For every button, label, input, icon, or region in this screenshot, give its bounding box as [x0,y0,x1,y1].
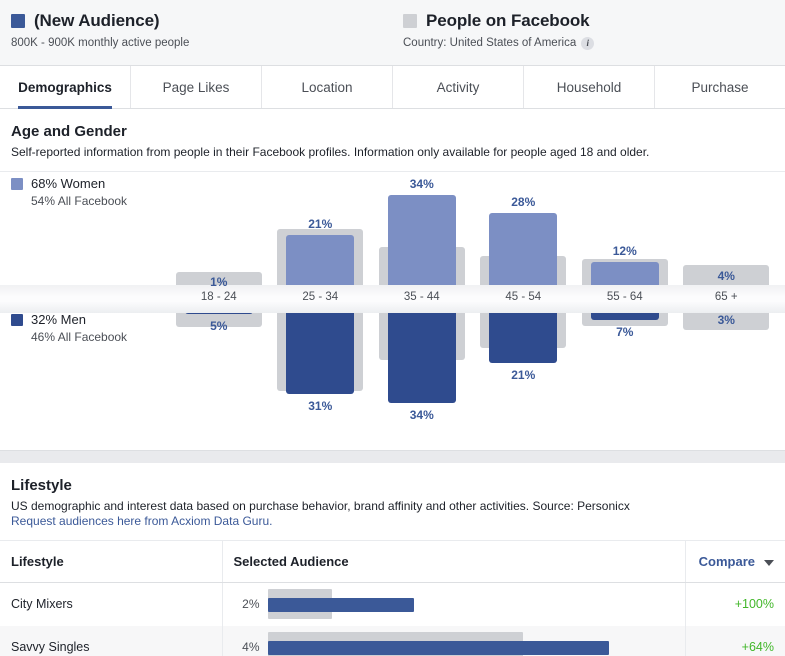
selected-mini-bar [267,641,609,655]
tab-label: Purchase [691,79,749,95]
tab-page-likes[interactable]: Page Likes [131,66,262,108]
age-group-65plus[interactable]: 4% 3% 65 + [676,172,778,450]
age-group-18-24[interactable]: 1% 5% 18 - 24 [168,172,270,450]
people-on-facebook-swatch [403,14,417,28]
legend-women-benchmark: 54% All Facebook [31,194,128,208]
lifestyle-title: Lifestyle [11,477,72,494]
selected-audience-bars [267,632,674,656]
legend-men-benchmark: 46% All Facebook [31,330,128,344]
column-header-compare[interactable]: Compare [685,541,785,583]
selected-audience-swatch [11,14,25,28]
caret-down-icon[interactable] [764,559,774,566]
women-value-label: 1% [210,275,228,289]
audience-header: (New Audience) 800K - 900K monthly activ… [0,0,785,66]
men-value-label: 5% [210,319,228,334]
tab-demographics[interactable]: Demographics [0,66,131,109]
age-group-35-44[interactable]: 34% 34% 35 - 44 [371,172,473,450]
tab-label: Page Likes [162,79,230,95]
men-bar[interactable] [286,299,355,394]
men-bar[interactable] [489,299,558,364]
women-value-label: 4% [717,268,735,283]
age-axis-label: 55 - 64 [606,291,643,303]
men-value-label: 7% [616,325,634,340]
lifestyle-description: US demographic and interest data based o… [11,499,630,513]
lifestyle-header: Lifestyle US demographic and interest da… [0,463,785,541]
selected-audience-bars [267,589,674,620]
column-header-compare-label: Compare [698,554,755,569]
men-bar[interactable] [387,299,456,403]
tab-location[interactable]: Location [262,66,393,108]
women-bar[interactable] [489,213,558,299]
men-value-label: 34% [409,407,434,422]
lifestyle-card: Lifestyle US demographic and interest da… [0,463,785,656]
women-value-label: 12% [612,244,637,259]
legend-men-swatch [11,314,23,326]
selected-audience-reach: 800K - 900K monthly active people [11,37,190,49]
insights-tabbar: Demographics Page Likes Location Activit… [0,66,785,109]
selected-audience-title: (New Audience) [34,11,160,30]
selected-audience-cell: 2% [222,582,686,626]
selected-audience-summary: (New Audience) 800K - 900K monthly activ… [0,11,400,50]
men-value-label: 3% [717,313,735,328]
selected-audience-pct: 4% [242,640,260,654]
age-and-gender-header: Age and Gender Self-reported information… [0,109,785,172]
section-gap [0,451,785,463]
age-and-gender-card: Age and Gender Self-reported information… [0,109,785,451]
legend-women-swatch [11,178,23,190]
table-row[interactable]: Savvy Singles 4% +64% [0,625,785,656]
age-axis-label: 35 - 44 [403,291,440,303]
age-group-55-64[interactable]: 12% 7% 55 - 64 [574,172,676,450]
legend-men: 32% Men 46% All Facebook [11,312,161,345]
men-value-label: 31% [308,398,333,413]
selected-audience-cell: 4% [222,625,686,656]
age-group-45-54[interactable]: 28% 21% 45 - 54 [473,172,575,450]
age-axis-label: 65 + [714,291,738,303]
age-axis-label: 18 - 24 [200,291,237,303]
tab-activity[interactable]: Activity [393,66,524,108]
selected-mini-bar [267,598,414,613]
age-axis-label: 25 - 34 [302,291,339,303]
tab-label: Location [301,79,353,95]
table-header-row: Lifestyle Selected Audience Compare [0,541,785,583]
tab-household[interactable]: Household [524,66,655,108]
table-row[interactable]: City Mixers 2% +100% [0,582,785,626]
age-and-gender-description: Self-reported information from people in… [11,145,650,159]
tab-label: Demographics [18,79,112,95]
age-gender-chart: 68% Women 54% All Facebook 32% Men 46% A… [0,172,785,450]
age-and-gender-title: Age and Gender [11,123,127,140]
info-icon[interactable]: i [581,36,595,50]
selected-audience-pct: 2% [242,597,260,612]
age-axis-label: 45 - 54 [505,291,542,303]
tab-purchase[interactable]: Purchase [655,66,785,108]
age-group-25-34[interactable]: 21% 31% 25 - 34 [270,172,372,450]
tab-label: Activity [436,79,480,95]
women-bar[interactable] [387,195,456,299]
legend-men-label: 32% Men [31,312,86,327]
women-value-label: 21% [308,216,333,231]
lifestyle-name-cell: City Mixers [0,582,223,626]
people-on-facebook-summary: People on Facebook Country: United State… [400,11,595,50]
legend-women: 68% Women 54% All Facebook [11,176,161,209]
column-header-selected-audience[interactable]: Selected Audience [222,541,686,583]
compare-cell: +100% [734,597,774,612]
women-value-label: 34% [409,177,434,192]
lifestyle-name-cell: Savvy Singles [0,625,223,656]
lifestyle-request-audiences-link[interactable]: Request audiences here from Acxiom Data … [11,514,774,529]
men-value-label: 21% [511,368,536,383]
column-header-lifestyle[interactable]: Lifestyle [0,541,223,583]
chart-plot-area: 1% 5% 18 - 24 21% 31% 25 - 34 34% 34% 35 - 44 28%… [0,172,785,450]
lifestyle-table: Lifestyle Selected Audience Compare City… [0,541,785,656]
people-on-facebook-country: Country: United States of America [403,37,577,49]
compare-cell: +64% [685,625,785,656]
women-value-label: 28% [511,195,536,210]
people-on-facebook-title: People on Facebook [426,11,590,30]
chart-group-container: 1% 5% 18 - 24 21% 31% 25 - 34 34% 34% 35 - 44 28%… [168,172,777,450]
tab-label: Household [556,79,622,95]
legend-women-label: 68% Women [31,176,106,191]
